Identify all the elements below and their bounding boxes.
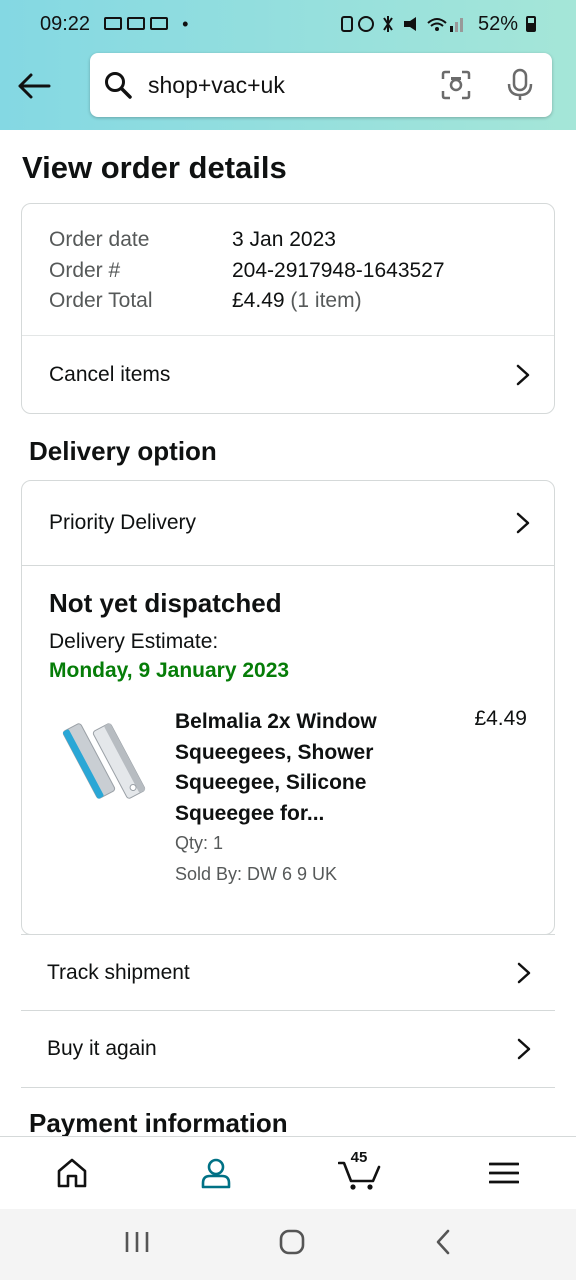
search-bar[interactable]: shop+vac+uk (90, 53, 552, 117)
cancel-items-label: Cancel items (49, 363, 171, 386)
order-item[interactable]: Belmalia 2x Window Squeegees, Shower Squ… (49, 707, 527, 907)
chevron-right-icon (517, 962, 535, 984)
status-time: 09:22 (40, 12, 91, 35)
nav-cart[interactable]: 45 (330, 1143, 390, 1203)
battery-icon (526, 16, 536, 32)
user-icon (201, 1158, 231, 1189)
order-summary-card: Order date 3 Jan 2023 Order # 204-291794… (21, 203, 555, 414)
nav-home[interactable] (42, 1143, 102, 1203)
track-shipment-link[interactable]: Track shipment (21, 934, 555, 1011)
payment-section-title: Payment information (29, 1108, 288, 1138)
order-total-label: Order Total (49, 289, 153, 312)
order-number-label: Order # (49, 258, 121, 282)
delivery-option-label: Priority Delivery (49, 511, 197, 534)
product-image[interactable] (49, 721, 153, 801)
order-info: Order date 3 Jan 2023 Order # 204-291794… (22, 204, 554, 336)
delivery-section-title: Delivery option (29, 436, 217, 466)
order-number-row: Order # 204-2917948-1643527 (22, 256, 554, 287)
product-seller: Sold By: DW 6 9 UK (175, 864, 338, 884)
shipment-block: Not yet dispatched Delivery Estimate: Mo… (22, 566, 554, 907)
page-title: View order details (22, 150, 287, 185)
cancel-items-link[interactable]: Cancel items (22, 336, 554, 414)
cart-count-badge: 45 (350, 1149, 368, 1166)
search-icon (104, 70, 134, 100)
order-total-row: Order Total £4.49 (1 item) (22, 286, 554, 317)
nav-account[interactable] (186, 1143, 246, 1203)
chevron-left-icon (436, 1229, 450, 1255)
order-date-label: Order date (49, 228, 150, 251)
product-quantity: Qty: 1 (175, 833, 224, 853)
status-bar: 09:22 • 52% (0, 0, 576, 48)
dot-icon: • (182, 13, 189, 34)
hamburger-menu-icon (489, 1162, 519, 1184)
bottom-navigation: 45 (0, 1136, 576, 1209)
battery-percent: 52% (477, 12, 518, 35)
recent-apps-icon (125, 1232, 149, 1252)
home-circle-icon (279, 1229, 305, 1255)
search-input[interactable]: shop+vac+uk (148, 72, 438, 99)
back-system-button[interactable] (434, 1229, 452, 1260)
order-date-value: 3 Jan 2023 (232, 228, 336, 251)
status-system-icons (340, 16, 463, 32)
delivery-estimate-label: Delivery Estimate: (49, 630, 219, 653)
chevron-right-icon (516, 364, 534, 386)
delivery-card: Priority Delivery Not yet dispatched Del… (21, 480, 555, 935)
delivery-option-link[interactable]: Priority Delivery (22, 481, 554, 566)
order-number-value: 204-2917948-1643527 (232, 258, 445, 282)
product-price: £4.49 (474, 707, 527, 730)
product-title[interactable]: Belmalia 2x Window Squeegees, Shower Squ… (175, 707, 425, 829)
home-icon (57, 1158, 87, 1188)
back-button[interactable] (14, 66, 54, 106)
chevron-right-icon (516, 512, 534, 534)
buy-it-again-link[interactable]: Buy it again (21, 1011, 555, 1088)
order-date-row: Order date 3 Jan 2023 (22, 225, 554, 256)
chevron-right-icon (517, 1038, 535, 1060)
buy-it-again-label: Buy it again (47, 1037, 157, 1060)
notification-icons (104, 15, 174, 34)
order-total-value: £4.49 (232, 289, 285, 312)
delivery-estimate-date: Monday, 9 January 2023 (49, 659, 290, 682)
camera-scan-icon[interactable] (438, 67, 474, 103)
arrow-left-icon (18, 73, 51, 99)
home-system-button[interactable] (278, 1228, 306, 1261)
shipment-status: Not yet dispatched (49, 588, 282, 618)
order-item-count: (1 item) (290, 289, 362, 312)
app-header: 09:22 • 52% shop+vac+uk (0, 0, 576, 130)
nav-menu[interactable] (474, 1143, 534, 1203)
microphone-icon[interactable] (502, 67, 538, 103)
track-shipment-label: Track shipment (47, 960, 190, 984)
system-navigation-bar (0, 1209, 576, 1280)
recent-apps-button[interactable] (124, 1230, 150, 1259)
